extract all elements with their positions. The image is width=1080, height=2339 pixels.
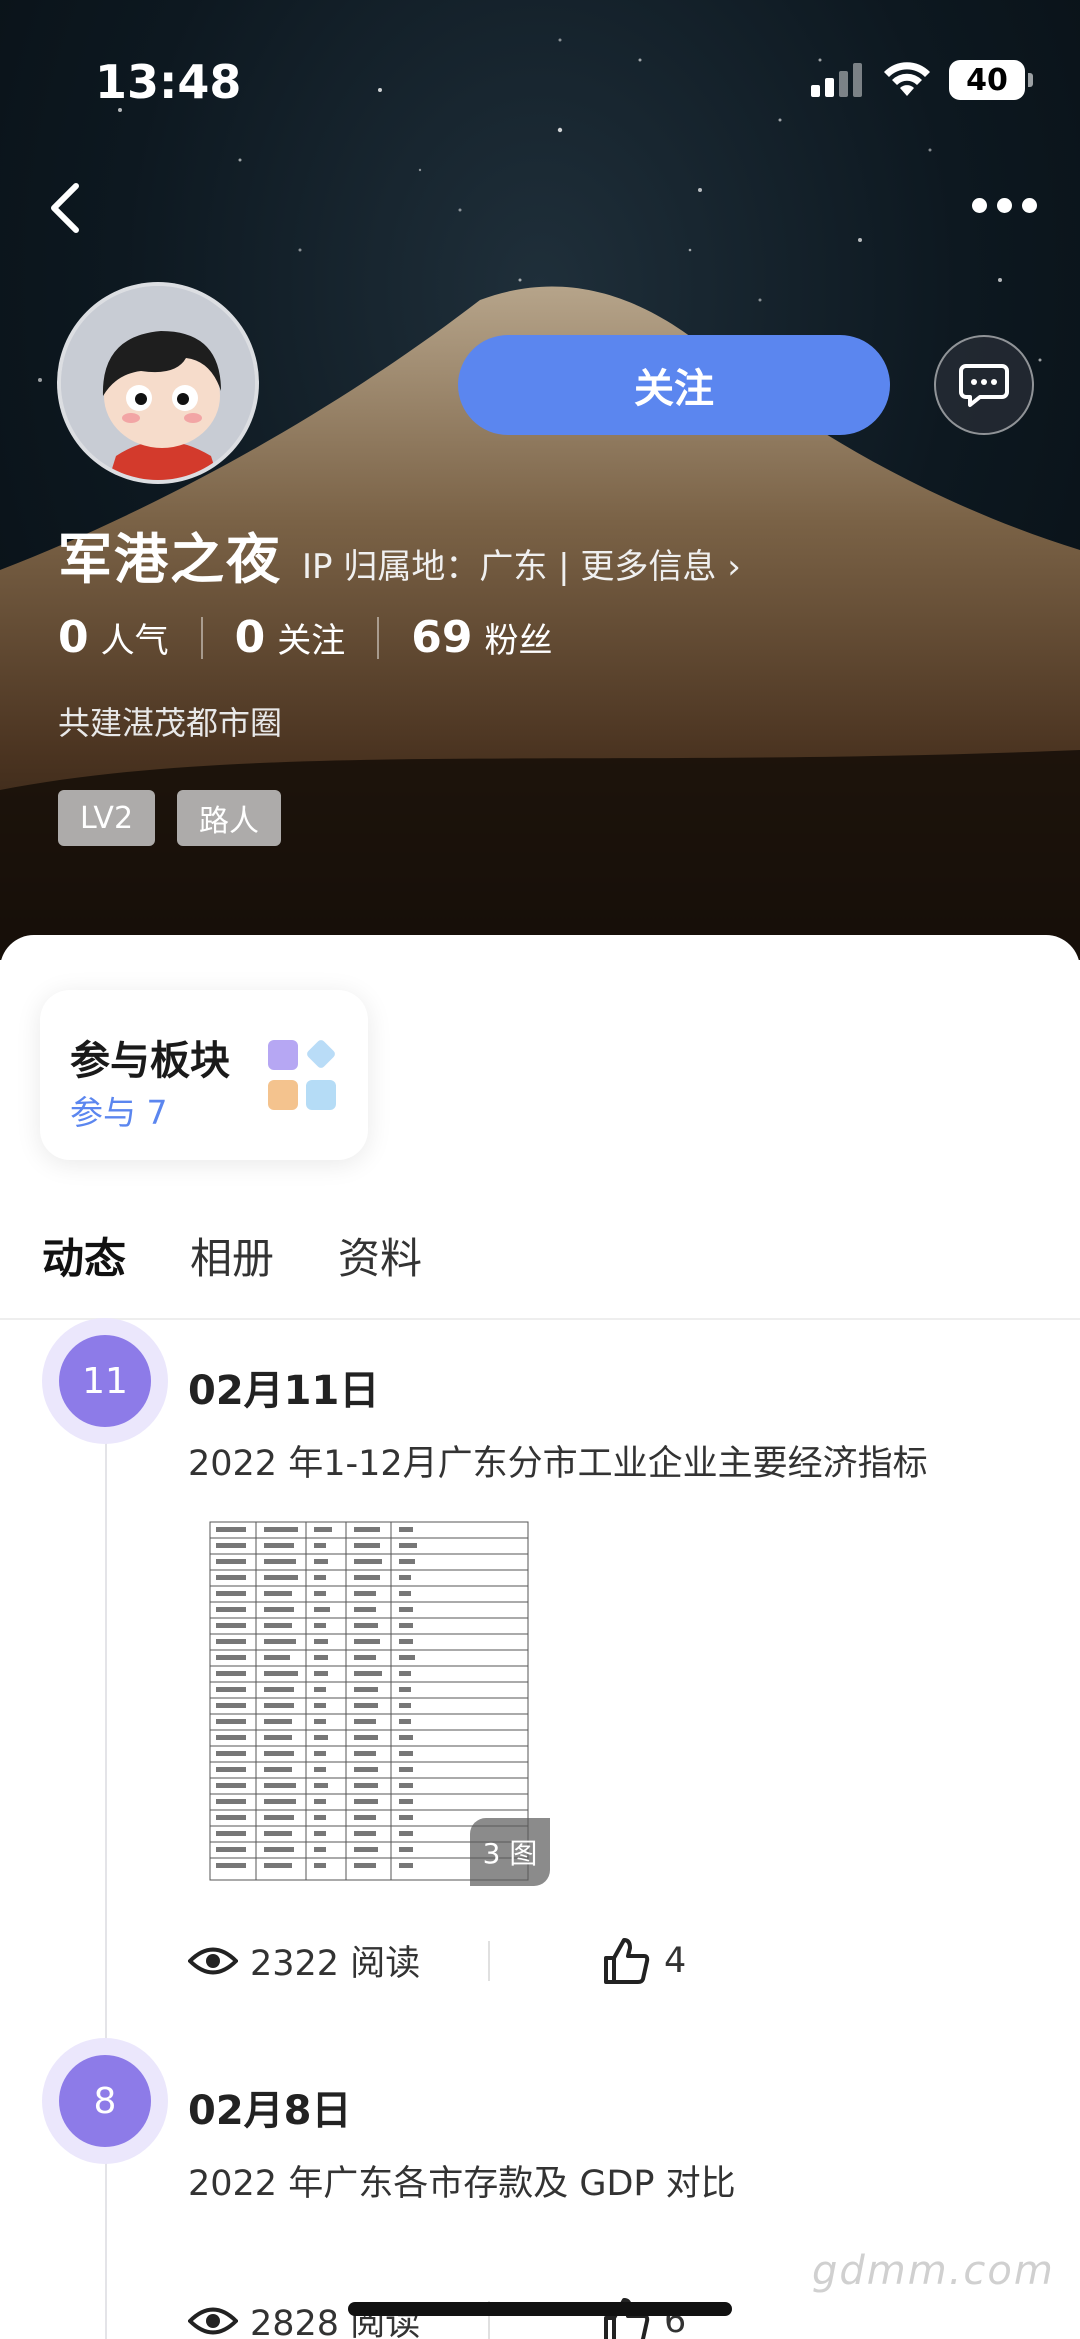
image-count-badge: 3 图 — [470, 1818, 550, 1886]
post-title[interactable]: 2022 年1-12月广东分市工业企业主要经济指标 — [188, 1435, 928, 1486]
stat-followers[interactable]: 69 粉丝 — [411, 612, 552, 663]
timeline-line — [105, 1320, 107, 2339]
back-icon[interactable] — [36, 178, 96, 238]
more-icon[interactable] — [964, 185, 1044, 225]
ip-location: IP 归属地：广东 — [302, 547, 548, 587]
follow-button[interactable]: 关注 — [458, 335, 890, 435]
divider — [200, 616, 203, 659]
post-date: 02月8日 — [188, 2088, 352, 2134]
divider — [488, 1940, 490, 1981]
role-tag: 路人 — [177, 790, 282, 846]
user-name: 军港之夜 — [58, 528, 282, 591]
profile-stats: 0 人气 0 关注 69 粉丝 — [58, 612, 552, 663]
thumb-up-icon — [604, 1937, 650, 1984]
eye-icon — [188, 2307, 238, 2334]
tabs-divider — [0, 1318, 1080, 1320]
battery-icon: 40 — [949, 60, 1033, 100]
tab-album[interactable]: 相册 — [190, 1225, 274, 1286]
stat-following[interactable]: 0 关注 — [235, 612, 346, 663]
like-button[interactable]: 4 — [602, 1936, 686, 1986]
home-indicator[interactable] — [348, 2302, 732, 2316]
post-date: 02月11日 — [188, 1368, 380, 1414]
message-icon — [959, 364, 1009, 407]
status-icons: 40 — [811, 60, 1033, 100]
more-info-link[interactable]: | 更多信息 › — [547, 539, 741, 588]
post-meta: 2322 阅读 4 — [188, 1935, 686, 1986]
divider — [377, 616, 380, 659]
boards-card[interactable]: 参与板块 参与 7 — [40, 990, 368, 1160]
wifi-icon — [884, 62, 930, 96]
message-button[interactable] — [934, 335, 1034, 435]
status-time: 13:48 — [95, 55, 242, 109]
profile-tags: LV2 路人 — [58, 790, 282, 846]
signal-icon — [811, 63, 862, 97]
profile-name-row: 军港之夜 IP 归属地：广东 | 更多信息 › — [58, 515, 741, 594]
watermark: gdmm.com — [812, 2248, 1055, 2294]
tab-activity[interactable]: 动态 — [42, 1225, 133, 1292]
profile-tabs: 动态 相册 资料 — [42, 1225, 422, 1292]
boards-title: 参与板块 — [70, 1038, 230, 1084]
boards-grid-icon — [268, 1040, 336, 1110]
day-badge: 8 — [42, 2038, 168, 2164]
post-title[interactable]: 2022 年广东各市存款及 GDP 对比 — [188, 2155, 736, 2206]
eye-icon — [188, 1947, 238, 1974]
view-count: 2322 阅读 — [188, 1935, 488, 1986]
level-tag: LV2 — [58, 790, 156, 846]
stat-popularity[interactable]: 0 人气 — [58, 612, 169, 663]
profile-bio: 共建湛茂都市圈 — [58, 704, 283, 742]
tab-info[interactable]: 资料 — [338, 1225, 422, 1286]
avatar[interactable] — [57, 282, 259, 484]
day-badge: 11 — [42, 1318, 168, 1444]
boards-count: 参与 7 — [70, 1093, 168, 1132]
